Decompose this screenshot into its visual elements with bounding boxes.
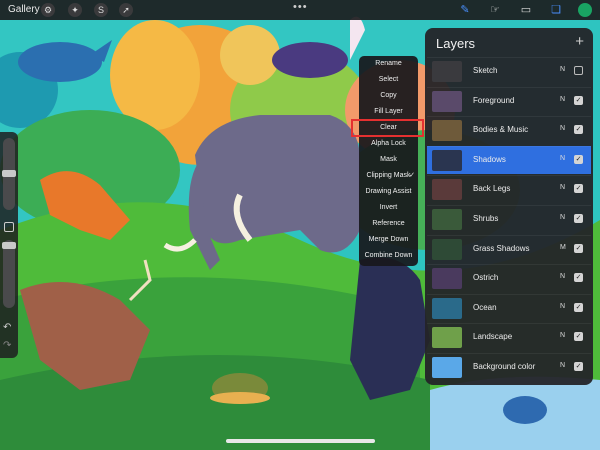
layer-row[interactable]: Bodies & Music N ✓ [427, 116, 591, 144]
visibility-checkbox[interactable]: ✓ [574, 243, 583, 253]
left-sidebar: ↶ ↷ [0, 132, 18, 358]
layer-row[interactable]: Landscape N ✓ [427, 323, 591, 351]
blend-mode-button[interactable]: N [560, 332, 565, 339]
menu-item-select[interactable]: Select [359, 72, 418, 88]
transform-arrow-icon[interactable]: ➚ [119, 3, 133, 17]
layer-row[interactable]: Ostrich N ✓ [427, 264, 591, 292]
layer-name: Ocean [473, 302, 497, 312]
redo-icon[interactable]: ↷ [3, 340, 11, 351]
more-options-icon[interactable]: ••• [293, 1, 308, 13]
opacity-slider[interactable] [2, 240, 16, 308]
layer-name: Grass Shadows [473, 243, 530, 253]
menu-item-combine-down[interactable]: Combine Down [359, 248, 418, 264]
layers-icon[interactable]: ❏ [548, 2, 564, 18]
blend-mode-button[interactable]: N [560, 96, 565, 103]
highlight-box [351, 119, 424, 137]
layer-name: Sketch [473, 66, 498, 75]
panel-title: Layers [436, 36, 476, 51]
visibility-checkbox[interactable]: ✓ [574, 332, 583, 342]
visibility-checkbox[interactable]: ✓ [574, 214, 583, 223]
visibility-checkbox[interactable]: ✓ [574, 362, 583, 371]
layer-thumbnail[interactable] [432, 149, 462, 171]
menu-item-copy[interactable]: Copy [359, 88, 418, 104]
layer-thumbnail[interactable] [432, 327, 462, 349]
color-swatch[interactable] [578, 3, 592, 17]
brush-size-slider[interactable] [2, 138, 16, 210]
gallery-button[interactable]: Gallery [8, 4, 40, 15]
opacity-knob[interactable] [2, 242, 16, 249]
layer-row[interactable]: Shrubs N ✓ [427, 205, 591, 233]
layer-thumbnail[interactable] [432, 209, 462, 230]
layer-name: Landscape [473, 332, 513, 342]
modify-button[interactable] [4, 222, 14, 232]
blend-mode-button[interactable]: N [560, 214, 565, 221]
blend-mode-button[interactable]: N [560, 273, 565, 280]
wrench-icon[interactable]: ⚙ [41, 3, 55, 17]
layer-thumbnail[interactable] [432, 357, 462, 378]
layer-thumbnail[interactable] [432, 268, 462, 290]
layer-name: Ostrich [473, 273, 499, 283]
visibility-checkbox[interactable]: ✓ [574, 154, 583, 164]
layer-name: Shrubs [473, 214, 499, 223]
layer-thumbnail[interactable] [432, 238, 462, 260]
visibility-checkbox[interactable]: ✓ [574, 95, 583, 105]
blend-mode-button[interactable]: M [560, 244, 566, 251]
layer-name: Foreground [473, 95, 515, 105]
menu-item-drawing-assist[interactable]: Drawing Assist [359, 184, 418, 200]
layer-row[interactable]: Background color N ✓ [427, 353, 591, 381]
eraser-icon[interactable]: ▭ [518, 2, 534, 18]
blend-mode-button[interactable]: N [560, 125, 565, 132]
layer-row[interactable]: Shadows N ✓ [427, 145, 591, 174]
visibility-checkbox[interactable]: ✓ [574, 125, 583, 135]
blend-mode-button[interactable]: N [560, 362, 565, 369]
layer-thumbnail[interactable] [432, 120, 462, 142]
menu-item-rename[interactable]: Rename [359, 56, 418, 72]
visibility-checkbox[interactable]: ✓ [574, 184, 583, 194]
layer-thumbnail[interactable] [432, 297, 462, 319]
layer-row[interactable]: Ocean N ✓ [427, 293, 591, 322]
menu-item-mask[interactable]: Mask [359, 152, 418, 168]
menu-item-reference[interactable]: Reference [359, 216, 418, 232]
layer-row[interactable]: Foreground N ✓ [427, 86, 591, 115]
layers-panel: Layers + Sketch N Foreground N ✓ Bodies & Mus… [425, 28, 593, 385]
layer-row[interactable]: Back Legs N ✓ [427, 175, 591, 203]
layer-context-menu: Rename Select Copy Fill Layer Clear Alpha Loc… [359, 56, 418, 266]
brush-size-knob[interactable] [2, 170, 16, 177]
layer-name: Shadows [473, 154, 506, 164]
visibility-checkbox[interactable]: ✓ [574, 273, 583, 283]
layer-name: Background color [473, 362, 536, 371]
add-layer-button[interactable]: + [575, 33, 584, 50]
top-toolbar: Gallery ⚙ ✦ S ➚ ••• ✎ ☞ ▭ ❏ [0, 0, 600, 20]
menu-item-invert[interactable]: Invert [359, 200, 418, 216]
visibility-checkbox[interactable] [574, 66, 583, 75]
layer-name: Back Legs [473, 184, 511, 194]
layer-thumbnail[interactable] [432, 61, 462, 82]
visibility-checkbox[interactable]: ✓ [574, 302, 583, 312]
layer-row[interactable]: Grass Shadows M ✓ [427, 234, 591, 263]
blend-mode-button[interactable]: N [560, 184, 565, 191]
smudge-icon[interactable]: ☞ [487, 2, 503, 18]
blend-mode-button[interactable]: N [560, 155, 565, 162]
layer-name: Bodies & Music [473, 125, 529, 135]
menu-item-clipping-mask[interactable]: Clipping Mask [359, 168, 418, 184]
brush-icon[interactable]: ✎ [457, 2, 473, 18]
blend-mode-button[interactable]: N [560, 303, 565, 310]
menu-item-alpha-lock[interactable]: Alpha Lock [359, 136, 418, 152]
layer-row[interactable]: Sketch N [427, 57, 591, 85]
layer-thumbnail[interactable] [432, 179, 462, 201]
magic-wand-icon[interactable]: ✦ [68, 3, 82, 17]
home-indicator [226, 439, 375, 443]
menu-item-merge-down[interactable]: Merge Down [359, 232, 418, 248]
undo-icon[interactable]: ↶ [3, 322, 11, 333]
menu-item-fill-layer[interactable]: Fill Layer [359, 104, 418, 120]
layer-thumbnail[interactable] [432, 90, 462, 112]
selection-icon[interactable]: S [94, 3, 108, 17]
blend-mode-button[interactable]: N [560, 66, 565, 73]
